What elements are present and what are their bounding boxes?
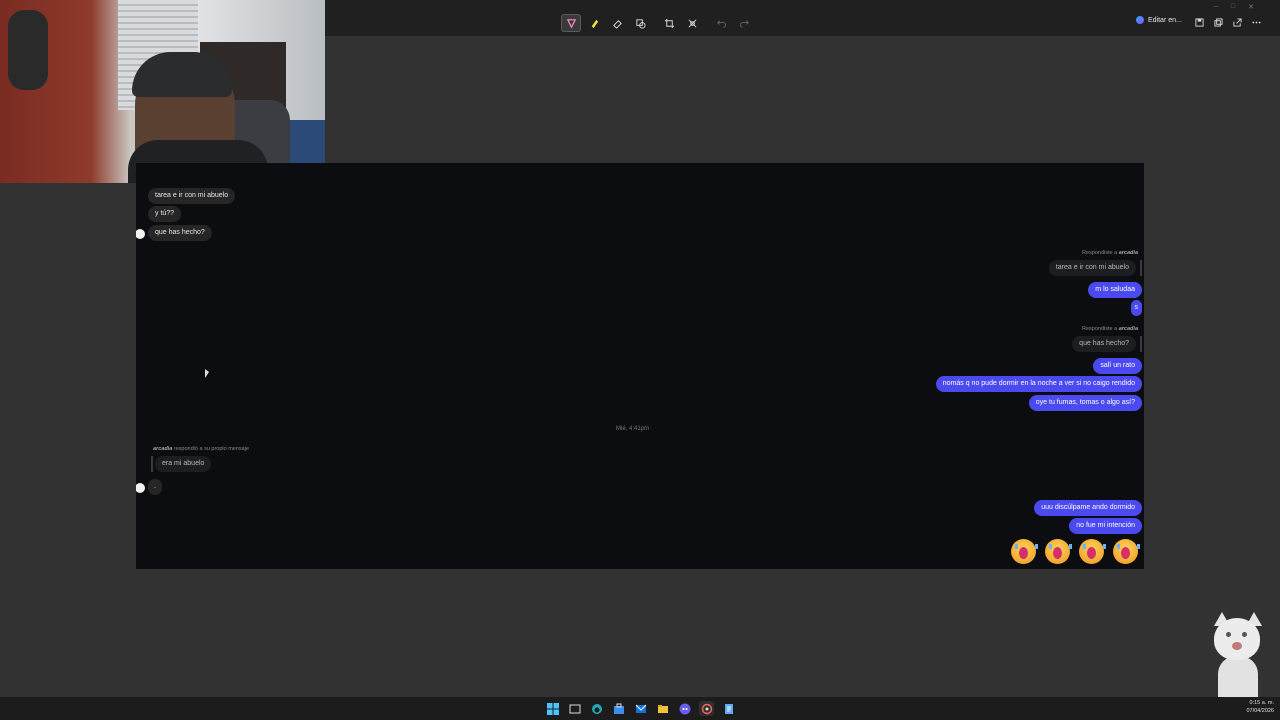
taskbar-icons (545, 701, 736, 716)
notepad-icon[interactable] (721, 701, 736, 716)
incoming-message: tarea e ir con mi abuelo (148, 188, 236, 204)
snipping-tool-icon[interactable] (699, 701, 714, 716)
clock-time: 0:15 a. m. (1249, 700, 1274, 706)
crying-emoji-icon (1113, 539, 1140, 564)
avatar (136, 229, 145, 239)
crying-emoji-icon (1011, 539, 1038, 564)
right-tools (1194, 17, 1262, 28)
incoming-message: y tú?? (148, 206, 182, 222)
quoted-message: tarea e ir con mi abuelo (1048, 260, 1136, 276)
undo-icon[interactable] (711, 14, 731, 32)
shapes-icon[interactable] (630, 14, 650, 32)
incoming-message: . (148, 479, 162, 495)
self-reply-label: arcadia respondió a su propio mensaje (153, 446, 250, 452)
crying-emoji-icon (1045, 539, 1072, 564)
save-icon[interactable] (1194, 17, 1205, 28)
copy-icon[interactable] (1213, 17, 1224, 28)
windows-start-icon[interactable] (545, 701, 560, 716)
eraser-icon[interactable] (607, 14, 627, 32)
quoted-message: era mi abuelo (155, 456, 212, 472)
outgoing-message: uuu discúlpame ando dormido (1034, 500, 1142, 516)
clock-date: 07/04/2026 (1246, 708, 1274, 714)
task-view-icon[interactable] (567, 701, 582, 716)
discord-icon[interactable] (677, 701, 692, 716)
edit-in-label: Editar en... (1148, 16, 1182, 24)
reply-label: Respondiste a arcadia (1082, 326, 1138, 332)
quoted-message: que has hecho? (1072, 336, 1136, 352)
outgoing-message: oye tu fumas, tomas o algo así? (1028, 395, 1142, 411)
mouse-cursor-icon (205, 369, 209, 378)
outgoing-message: salí un rato (1093, 358, 1142, 374)
system-clock[interactable]: 0:15 a. m. 07/04/2026 (1234, 699, 1274, 715)
quote-bar (151, 456, 153, 472)
mail-icon[interactable] (633, 701, 648, 716)
store-icon[interactable] (611, 701, 626, 716)
date-divider: Mié, 4:41pm (616, 426, 650, 432)
incoming-message: que has hecho? (148, 225, 212, 241)
chat-screenshot: tarea e ir con mi abuelo y tú?? que has … (136, 163, 1144, 569)
quote-bar (1140, 260, 1142, 276)
select-tool-icon[interactable] (561, 14, 581, 32)
taskbar (0, 697, 1280, 720)
edit-tools (561, 14, 757, 32)
avatar (136, 483, 145, 493)
outgoing-message: no fue mi intención (1069, 518, 1142, 534)
maximize-icon[interactable]: □ (1231, 3, 1235, 11)
more-icon[interactable] (1251, 17, 1262, 28)
outgoing-message: nomás q no pude dormir en la noche a ver… (935, 376, 1142, 392)
outgoing-message: m lo saludaa (1088, 282, 1142, 298)
emoji-row (1011, 539, 1140, 564)
redo-icon[interactable] (734, 14, 754, 32)
close-icon[interactable]: ✕ (1248, 3, 1254, 11)
crying-emoji-icon (1079, 539, 1106, 564)
window-controls: – □ ✕ (1214, 3, 1254, 11)
background-remove-icon[interactable] (682, 14, 702, 32)
minimize-icon[interactable]: – (1214, 3, 1218, 11)
reply-label: Respondiste a arcadia (1082, 250, 1138, 256)
crop-icon[interactable] (659, 14, 679, 32)
paint-icon (1136, 16, 1144, 24)
webcam-overlay (0, 0, 325, 183)
file-explorer-icon[interactable] (655, 701, 670, 716)
outgoing-message: s (1130, 300, 1142, 316)
app-window: Editar en... – □ ✕ tarea e ir con mi abu… (0, 0, 1280, 720)
highlighter-icon[interactable] (584, 14, 604, 32)
quote-bar (1140, 336, 1142, 352)
share-icon[interactable] (1232, 17, 1243, 28)
edit-in-button[interactable]: Editar en... (1136, 16, 1182, 24)
edge-icon[interactable] (589, 701, 604, 716)
